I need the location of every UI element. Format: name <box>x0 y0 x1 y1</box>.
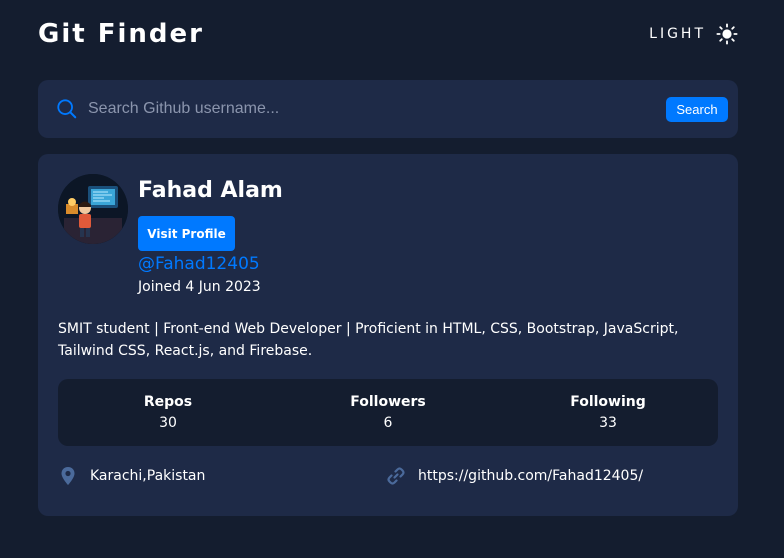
location-pin-icon <box>58 466 78 486</box>
profile-bio: SMIT student | Front-end Web Developer |… <box>58 321 679 359</box>
sun-icon <box>716 23 738 45</box>
app-title: Git Finder <box>38 19 204 49</box>
search-icon <box>56 98 78 120</box>
stat-label: Following <box>570 394 646 410</box>
stat-value: 6 <box>383 415 393 431</box>
app-header: Git Finder LIGHT <box>38 14 740 54</box>
visit-profile-button[interactable]: Visit Profile <box>138 216 235 251</box>
theme-toggle[interactable]: LIGHT <box>649 23 738 45</box>
location-text: Karachi,Pakistan <box>90 468 206 484</box>
stat-following: Following 33 <box>498 394 718 431</box>
theme-toggle-label: LIGHT <box>649 26 706 42</box>
stat-repos: Repos 30 <box>58 394 278 431</box>
blog-link[interactable]: https://github.com/Fahad12405/ <box>418 468 643 484</box>
profile-username-link[interactable]: @Fahad12405 <box>138 254 260 274</box>
stats-panel: Repos 30 Followers 6 Following 33 <box>58 379 718 446</box>
joined-date: Joined 4 Jun 2023 <box>138 279 261 295</box>
search-bar: Search <box>38 80 738 138</box>
search-input[interactable] <box>88 94 666 124</box>
stat-value: 30 <box>159 415 177 431</box>
stat-label: Followers <box>350 394 426 410</box>
app-root: Git Finder LIGHT Search Github username.… <box>0 0 784 558</box>
stat-followers: Followers 6 <box>278 394 498 431</box>
profile-card: Fahad Alam Visit Profile @Fahad12405 Joi… <box>38 154 738 516</box>
profile-name: Fahad Alam <box>138 178 283 203</box>
blog-row: https://github.com/Fahad12405/ <box>386 466 643 486</box>
avatar <box>58 174 128 244</box>
search-button[interactable]: Search <box>666 96 728 122</box>
location-row: Karachi,Pakistan <box>58 466 205 486</box>
link-icon <box>386 466 406 486</box>
stat-value: 33 <box>599 415 617 431</box>
stat-label: Repos <box>143 394 193 410</box>
